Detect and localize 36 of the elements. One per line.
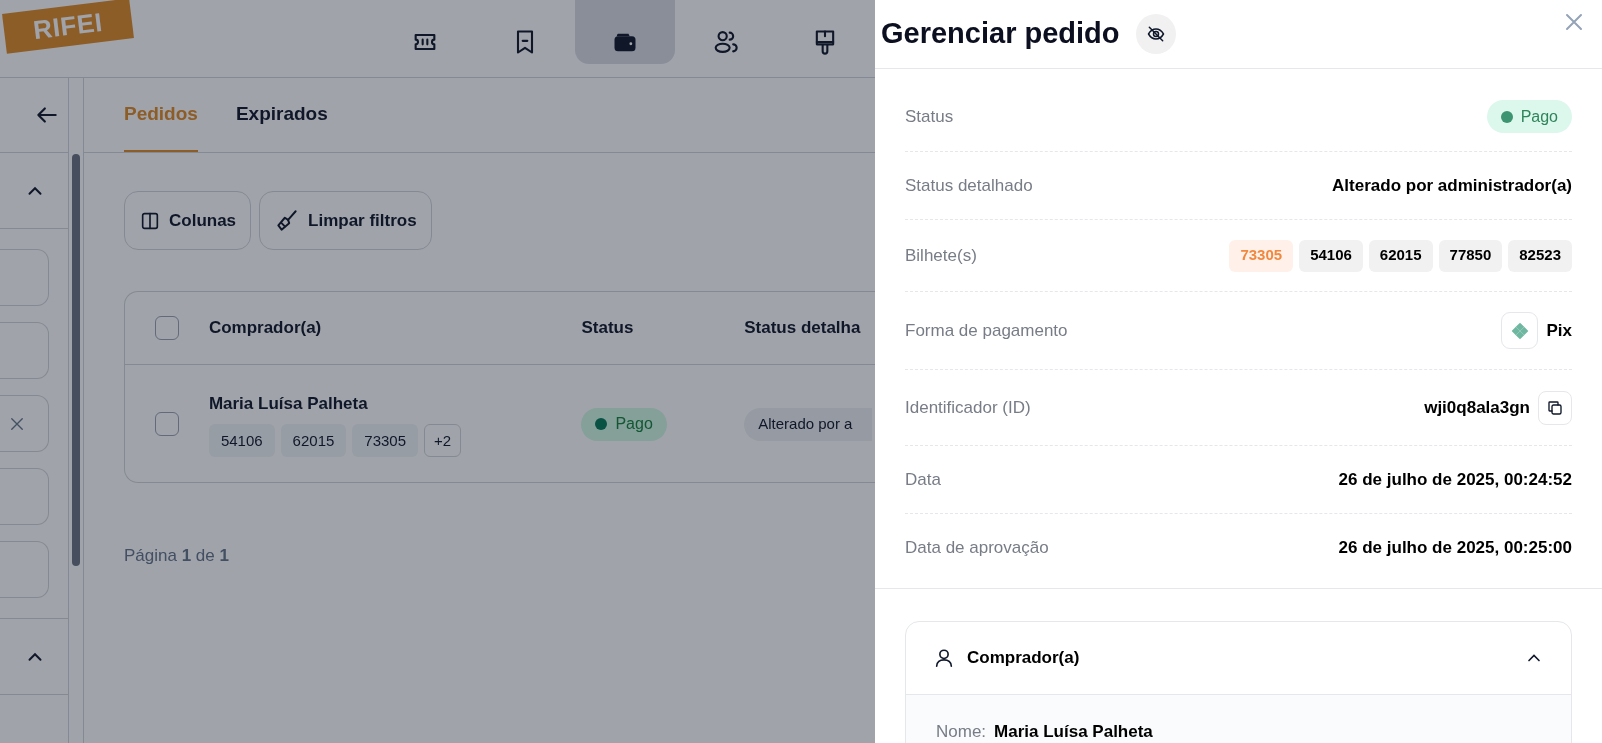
toolbar-button[interactable]: Colunas	[124, 191, 252, 250]
section-title: Comprador(a)	[967, 647, 1081, 670]
field-value: Pix	[1546, 319, 1572, 342]
field-label: Status detalhado	[905, 174, 1033, 197]
field-label: Status	[905, 105, 954, 128]
ticket-number[interactable]: 54106	[1299, 239, 1363, 272]
column-header[interactable]: Status detalha	[744, 315, 875, 341]
ticket-number[interactable]: 77850	[1438, 239, 1503, 272]
field-value: 26 de julho de 2025, 00:24:52	[1338, 468, 1572, 491]
status-badge: Pago	[1486, 100, 1572, 133]
more-tickets-badge[interactable]: +2	[424, 424, 462, 458]
field-label: Forma de pagamento	[905, 319, 1068, 342]
field-label: Nome:	[936, 721, 987, 743]
ticket-number: 73305	[352, 424, 419, 458]
tab[interactable]: Expirados	[235, 78, 328, 152]
pagination-text: Página 1 de 1	[124, 545, 230, 567]
logo: RIFEI	[2, 0, 134, 54]
ticket-number: 54106	[208, 424, 275, 458]
buyer-name: Maria Luísa Palheta	[208, 392, 369, 415]
column-header[interactable]: Comprador(a)	[208, 315, 582, 341]
ticket-number: 62015	[280, 424, 347, 458]
column-header[interactable]: Status	[581, 315, 745, 341]
detail-status-badge: Alterado por a	[744, 407, 873, 441]
field-value: wji0q8ala3gn	[1424, 396, 1530, 419]
ticket-number[interactable]: 62015	[1368, 239, 1433, 272]
field-value: Alterado por administrador(a)	[1332, 174, 1572, 197]
toolbar-button[interactable]: Limpar filtros	[259, 191, 432, 250]
field-value: 26 de julho de 2025, 00:25:00	[1338, 537, 1572, 560]
ticket-number[interactable]: 82523	[1508, 239, 1572, 272]
field-label: Identificador (ID)	[905, 396, 1031, 419]
status-badge: Pago	[581, 407, 667, 441]
field-label: Data	[905, 468, 941, 491]
field-label: Bilhete(s)	[905, 244, 977, 267]
field-label: Data de aprovação	[905, 537, 1049, 560]
field-value: Maria Luísa Palheta	[994, 721, 1153, 743]
panel-title: Gerenciar pedido	[881, 16, 1120, 52]
